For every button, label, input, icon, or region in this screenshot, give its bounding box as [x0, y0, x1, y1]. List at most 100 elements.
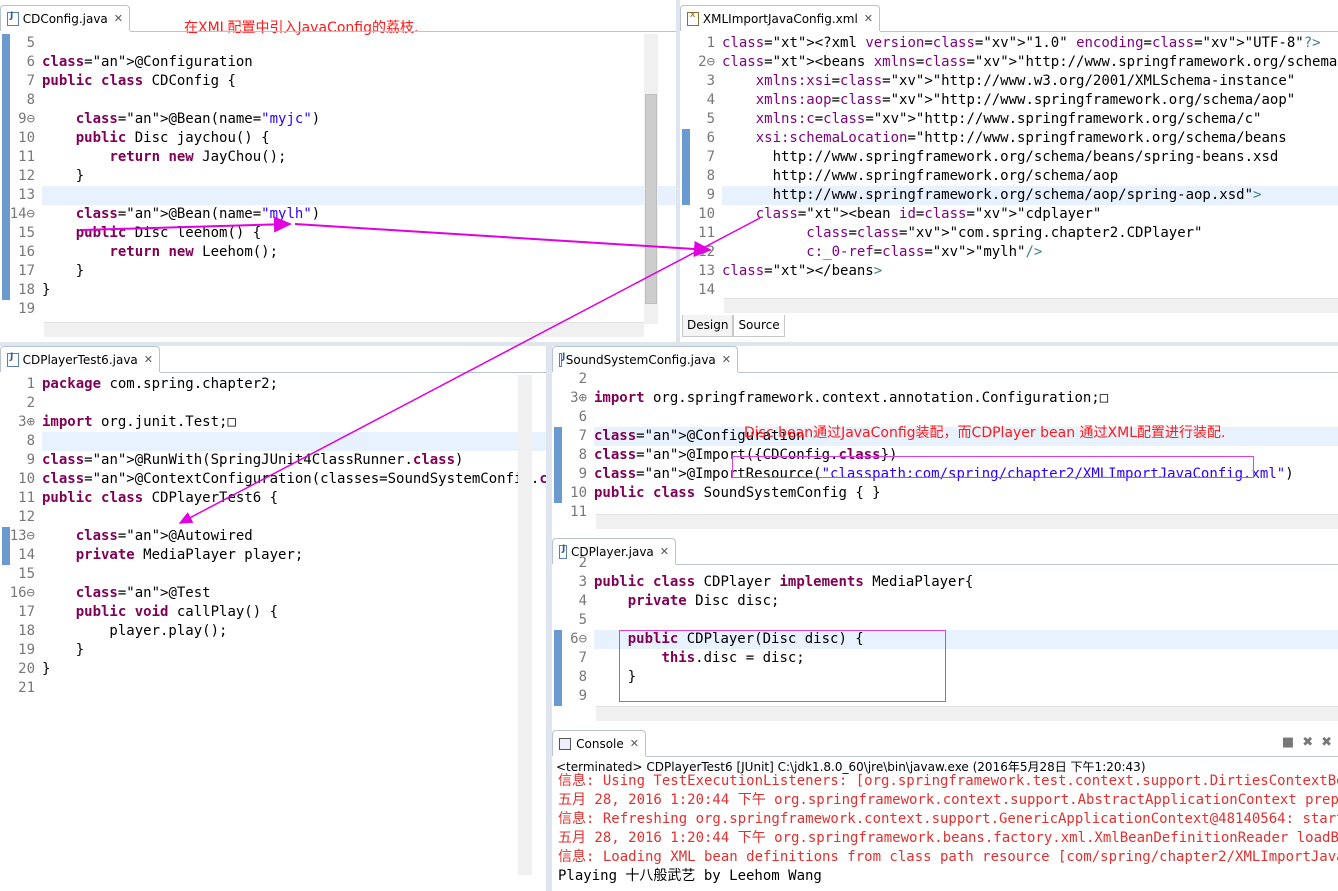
- code-line[interactable]: private Disc disc;: [594, 592, 780, 611]
- code-line[interactable]: public void callPlay() {: [42, 603, 278, 622]
- code-line[interactable]: class="xt"></beans>: [722, 262, 882, 281]
- code-line[interactable]: return new JayChou();: [42, 148, 286, 167]
- terminate-icon[interactable]: ■: [1282, 735, 1294, 750]
- code-line[interactable]: http://www.springframework.org/schema/be…: [722, 148, 1279, 167]
- close-icon[interactable]: ✕: [114, 12, 123, 25]
- line-number: 13: [698, 263, 715, 279]
- cdconfig-editor[interactable]: CDConfig.java ✕ 在XML配置中引入JavaConfig的荔枝. …: [0, 5, 676, 342]
- line-number: 10: [18, 471, 35, 487]
- line-number: 2: [578, 555, 587, 571]
- line-number: 12: [18, 509, 35, 525]
- tab-source[interactable]: Source: [733, 315, 785, 337]
- xml-editor[interactable]: XMLImportJavaConfig.xml ✕ 12⊖34567891011…: [680, 5, 1338, 342]
- horizontal-scrollbar[interactable]: [44, 322, 644, 337]
- line-number: 9: [26, 452, 35, 468]
- horizontal-scrollbar[interactable]: [596, 514, 1338, 529]
- code-line[interactable]: xsi:schemaLocation="http://www.springfra…: [722, 129, 1287, 148]
- code-line[interactable]: class="xt"><bean id=class="xv">"cdplayer…: [722, 205, 1102, 224]
- code-line[interactable]: c:_0-ref=class="xv">"mylh"/>: [722, 243, 1042, 262]
- console-output[interactable]: 信息: Using TestExecutionListeners: [org.s…: [552, 772, 1338, 891]
- line-number: 4: [578, 593, 587, 609]
- close-icon[interactable]: ✕: [864, 12, 873, 25]
- code-line[interactable]: }: [42, 660, 50, 679]
- code-line[interactable]: class="an">@ContextConfiguration(classes…: [42, 470, 546, 489]
- vertical-scrollbar[interactable]: [518, 375, 532, 875]
- line-number: 1: [706, 35, 715, 51]
- code-line[interactable]: }: [42, 281, 50, 300]
- line-number: 14: [698, 282, 715, 298]
- code-line[interactable]: import org.junit.Test;□: [42, 413, 236, 432]
- line-number: 16⊖: [9, 585, 35, 601]
- tab-xmlimport[interactable]: XMLImportJavaConfig.xml ✕: [680, 5, 880, 31]
- line-number: 3⊕: [570, 390, 587, 406]
- line-number: 19: [18, 642, 35, 658]
- code-line[interactable]: package com.spring.chapter2;: [42, 375, 278, 394]
- console-icon: [559, 737, 572, 750]
- code-line[interactable]: public class SoundSystemConfig { }: [594, 484, 881, 503]
- tab-cdconfig[interactable]: CDConfig.java ✕: [0, 5, 130, 31]
- console-toolbar: ■ ✖ ✖: [1282, 735, 1332, 750]
- vertical-scrollbar[interactable]: [644, 34, 658, 324]
- code-line[interactable]: class="xt"><?xml version=class="xv">"1.0…: [722, 34, 1321, 53]
- code-line[interactable]: public Disc leehom() {: [42, 224, 261, 243]
- line-number: 10: [698, 206, 715, 222]
- horizontal-scrollbar[interactable]: [724, 298, 1338, 313]
- code-line[interactable]: http://www.springframework.org/schema/ao…: [722, 167, 1119, 186]
- line-number: 5: [578, 612, 587, 628]
- code-line[interactable]: xmlns:xsi=class="xv">"http://www.w3.org/…: [722, 72, 1295, 91]
- code-line[interactable]: class="an">@Bean(name="mylh"): [42, 205, 320, 224]
- horizontal-scrollbar[interactable]: [596, 706, 1338, 721]
- line-number: 20: [18, 661, 35, 677]
- code-line[interactable]: class="an">@Bean(name="myjc"): [42, 110, 320, 129]
- code-line[interactable]: player.play();: [42, 622, 227, 641]
- code-line[interactable]: class=class="xv">"com.spring.chapter2.CD…: [722, 224, 1202, 243]
- change-marker: [554, 427, 562, 503]
- code-line[interactable]: }: [42, 262, 84, 281]
- code-line[interactable]: class="xt"><beans xmlns=class="xv">"http…: [722, 53, 1338, 72]
- annotation-note: 在XML配置中引入JavaConfig的荔枝.: [184, 20, 419, 36]
- code-line[interactable]: public class CDConfig {: [42, 72, 236, 91]
- line-number: 2⊖: [698, 54, 715, 70]
- close-icon[interactable]: ✕: [630, 737, 639, 750]
- code-line[interactable]: class="an">@Autowired: [42, 527, 253, 546]
- tab-label: Console: [576, 736, 624, 751]
- code-line[interactable]: }: [42, 641, 84, 660]
- code-line[interactable]: public class CDPlayerTest6 {: [42, 489, 278, 508]
- code-line[interactable]: xmlns:c=class="xv">"http://www.springfra…: [722, 110, 1262, 129]
- code-line[interactable]: xmlns:aop=class="xv">"http://www.springf…: [722, 91, 1295, 110]
- console-view[interactable]: Console ✕ ■ ✖ ✖ <terminated> CDPlayerTes…: [552, 730, 1338, 891]
- close-icon[interactable]: ✕: [722, 353, 731, 366]
- cdplayer-editor[interactable]: CDPlayer.java ✕ 23456⊖789 public class C…: [552, 538, 1338, 726]
- line-number: 17: [18, 604, 35, 620]
- line-number: 21: [18, 680, 35, 696]
- tab-soundsystem[interactable]: SoundSystemConfig.java ✕: [552, 346, 738, 372]
- tab-console[interactable]: Console ✕: [552, 730, 646, 756]
- remove-all-icon[interactable]: ✖: [1321, 735, 1332, 750]
- close-icon[interactable]: ✕: [144, 353, 153, 366]
- line-number: 8: [26, 433, 35, 449]
- code-line[interactable]: private MediaPlayer player;: [42, 546, 304, 565]
- code-line[interactable]: class="an">@Test: [42, 584, 211, 603]
- line-number: 11: [18, 490, 35, 506]
- tab-label: CDPlayerTest6.java: [22, 352, 138, 367]
- cdplayertest-editor[interactable]: CDPlayerTest6.java ✕ 123⊕8910111213⊖1415…: [0, 346, 546, 891]
- code-line[interactable]: public Disc jaychou() {: [42, 129, 270, 148]
- close-icon[interactable]: ✕: [660, 545, 669, 558]
- code-line[interactable]: class="an">@RunWith(SpringJUnit4ClassRun…: [42, 451, 463, 470]
- highlight-box: [732, 456, 1254, 478]
- soundsystem-editor[interactable]: SoundSystemConfig.java ✕ 23⊕67891011 imp…: [552, 346, 1338, 532]
- tab-label: XMLImportJavaConfig.xml: [702, 11, 858, 26]
- code-line[interactable]: }: [42, 167, 84, 186]
- code-line[interactable]: return new Leehom();: [42, 243, 278, 262]
- code-line[interactable]: http://www.springframework.org/schema/ao…: [722, 186, 1262, 205]
- code-line[interactable]: import org.springframework.context.annot…: [594, 389, 1108, 408]
- tab-design[interactable]: Design: [682, 315, 734, 337]
- console-line: 五月 28, 2016 1:20:44 下午 org.springframewo…: [558, 792, 1338, 808]
- tab-cdplayertest[interactable]: CDPlayerTest6.java ✕: [0, 346, 160, 372]
- scrollbar-thumb[interactable]: [645, 94, 657, 304]
- remove-launch-icon[interactable]: ✖: [1302, 735, 1313, 750]
- tab-label: CDConfig.java: [22, 11, 108, 26]
- code-line[interactable]: public class CDPlayer implements MediaPl…: [594, 573, 973, 592]
- line-number: 2: [26, 395, 35, 411]
- code-line[interactable]: class="an">@Configuration: [42, 53, 253, 72]
